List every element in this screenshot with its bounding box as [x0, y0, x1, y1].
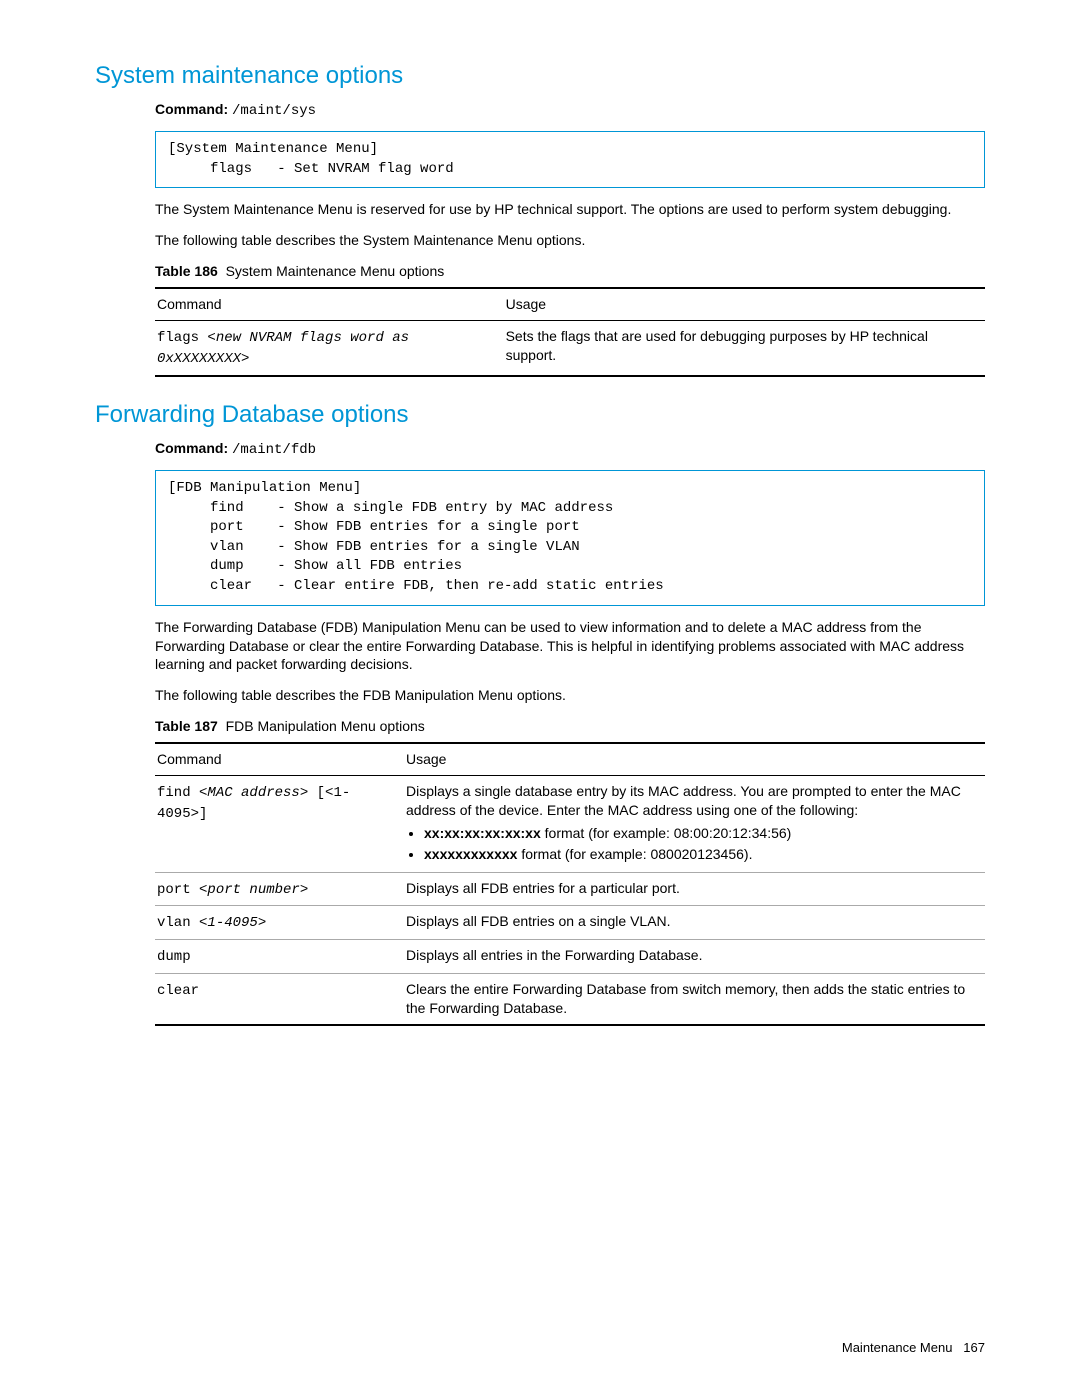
section-heading-fdb: Forwarding Database options [95, 399, 985, 431]
cell-command: clear [155, 974, 404, 1025]
command-label: Command: [155, 101, 228, 117]
th-command: Command [155, 288, 504, 320]
command-line-sys: Command: /maint/sys [155, 100, 985, 121]
footer-page: 167 [963, 1340, 985, 1355]
footer-section: Maintenance Menu [842, 1340, 953, 1355]
table-row: port <port number> Displays all FDB entr… [155, 872, 985, 906]
bullet-bold: xx:xx:xx:xx:xx:xx [424, 825, 541, 841]
command-line-fdb: Command: /maint/fdb [155, 439, 985, 460]
menu-box-sys: [System Maintenance Menu] flags - Set NV… [155, 131, 985, 188]
command-label: Command: [155, 440, 228, 456]
th-usage: Usage [404, 743, 985, 775]
table-186-header-row: Command Usage [155, 288, 985, 320]
table-187: Command Usage find <MAC address> [<1-409… [155, 742, 985, 1026]
bullet-rest: format (for example: 08:00:20:12:34:56) [541, 825, 792, 841]
cmd-prefix: port [157, 882, 199, 898]
cell-command: flags <new NVRAM flags word as 0xXXXXXXX… [155, 321, 504, 376]
list-item: xx:xx:xx:xx:xx:xx format (for example: 0… [424, 824, 979, 843]
bullet-bold: xxxxxxxxxxxx [424, 846, 517, 862]
bullet-rest: format (for example: 080020123456). [517, 846, 752, 862]
section-heading-sys-maint: System maintenance options [95, 60, 985, 92]
cmd-prefix: dump [157, 949, 191, 965]
table-187-label: Table 187 [155, 718, 218, 734]
table-row: find <MAC address> [<1-4095>] Displays a… [155, 776, 985, 873]
cell-command: dump [155, 940, 404, 974]
usage-intro: Displays a single database entry by its … [406, 783, 961, 818]
th-usage: Usage [504, 288, 985, 320]
table-row: clear Clears the entire Forwarding Datab… [155, 974, 985, 1025]
cmd-prefix: vlan [157, 915, 199, 931]
cmd-prefix: flags [157, 330, 207, 346]
menu-box-content: [System Maintenance Menu] flags - Set NV… [155, 131, 985, 188]
menu-box-fdb: [FDB Manipulation Menu] find - Show a si… [155, 470, 985, 606]
cmd-italic: <port number> [199, 882, 308, 898]
usage-bullets: xx:xx:xx:xx:xx:xx format (for example: 0… [406, 824, 979, 864]
table-186-caption: Table 186 System Maintenance Menu option… [155, 262, 985, 281]
cell-usage: Sets the flags that are used for debuggi… [504, 321, 985, 376]
cmd-prefix: find [157, 785, 199, 801]
page-footer: Maintenance Menu 167 [842, 1339, 985, 1357]
table-187-text: FDB Manipulation Menu options [226, 718, 425, 734]
command-value: /maint/fdb [232, 442, 316, 458]
para-fdb-1: The Forwarding Database (FDB) Manipulati… [155, 618, 985, 675]
table-186: Command Usage flags <new NVRAM flags wor… [155, 287, 985, 377]
command-value: /maint/sys [232, 103, 316, 119]
menu-box-content: [FDB Manipulation Menu] find - Show a si… [155, 470, 985, 606]
cmd-italic: <1-4095> [199, 915, 266, 931]
para-sys-1: The System Maintenance Menu is reserved … [155, 200, 985, 219]
cell-usage: Displays all entries in the Forwarding D… [404, 940, 985, 974]
cmd-italic: <MAC address> [199, 785, 308, 801]
table-187-caption: Table 187 FDB Manipulation Menu options [155, 717, 985, 736]
cell-usage: Displays a single database entry by its … [404, 776, 985, 873]
table-row: dump Displays all entries in the Forward… [155, 940, 985, 974]
table-186-text: System Maintenance Menu options [226, 263, 445, 279]
cmd-prefix: clear [157, 983, 199, 999]
para-fdb-2: The following table describes the FDB Ma… [155, 686, 985, 705]
table-186-label: Table 186 [155, 263, 218, 279]
table-row: vlan <1-4095> Displays all FDB entries o… [155, 906, 985, 940]
list-item: xxxxxxxxxxxx format (for example: 080020… [424, 845, 979, 864]
cell-command: find <MAC address> [<1-4095>] [155, 776, 404, 873]
cell-usage: Displays all FDB entries on a single VLA… [404, 906, 985, 940]
table-row: flags <new NVRAM flags word as 0xXXXXXXX… [155, 321, 985, 376]
table-187-header-row: Command Usage [155, 743, 985, 775]
cell-command: port <port number> [155, 872, 404, 906]
cell-usage: Clears the entire Forwarding Database fr… [404, 974, 985, 1025]
th-command: Command [155, 743, 404, 775]
para-sys-2: The following table describes the System… [155, 231, 985, 250]
cell-command: vlan <1-4095> [155, 906, 404, 940]
cell-usage: Displays all FDB entries for a particula… [404, 872, 985, 906]
